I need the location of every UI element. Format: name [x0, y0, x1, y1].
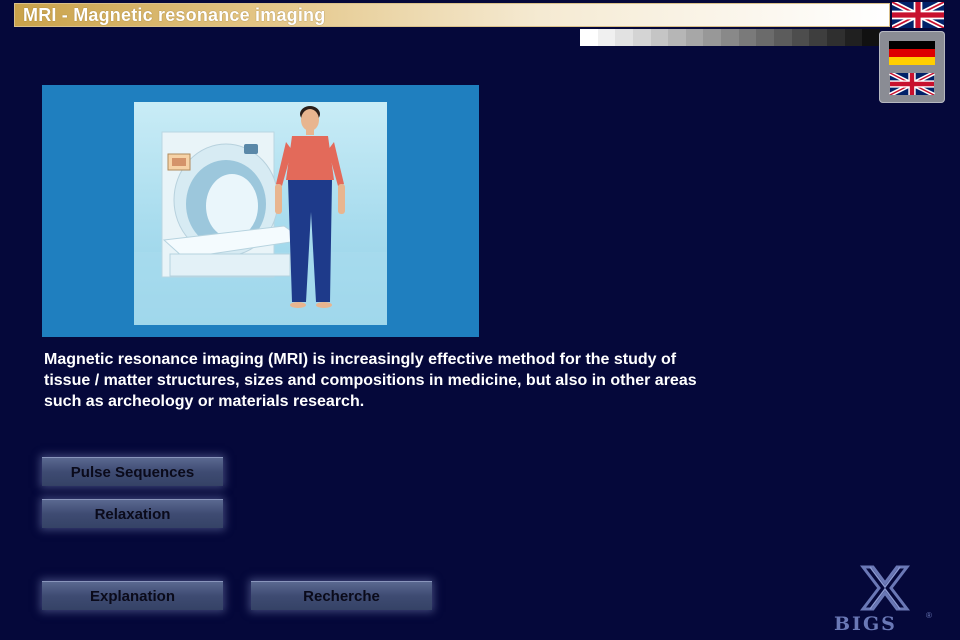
explanation-button[interactable]: Explanation — [42, 581, 223, 610]
description-text: Magnetic resonance imaging (MRI) is incr… — [44, 349, 804, 412]
title-bar: MRI - Magnetic resonance imaging — [14, 3, 890, 27]
uk-flag-icon[interactable] — [889, 73, 935, 95]
relaxation-button[interactable]: Relaxation — [42, 499, 223, 528]
mri-illustration — [42, 85, 479, 337]
uk-flag-icon[interactable] — [892, 2, 944, 28]
recherche-button[interactable]: Recherche — [251, 581, 432, 610]
german-flag-icon[interactable] — [889, 41, 935, 65]
page-title: MRI - Magnetic resonance imaging — [23, 5, 326, 25]
logo-text: BIGS — [834, 613, 897, 635]
description-line: Magnetic resonance imaging (MRI) is incr… — [44, 351, 677, 368]
mri-scanner-image — [134, 106, 387, 325]
bigs-x-icon — [859, 565, 911, 611]
grayscale-strip — [580, 29, 880, 46]
language-panel — [879, 31, 945, 103]
registered-mark: ® — [926, 611, 932, 620]
description-line: such as archeology or materials research… — [44, 393, 365, 410]
pulse-sequences-button[interactable]: Pulse Sequences — [42, 457, 223, 486]
bigs-logo: BIGS ® — [830, 563, 940, 635]
description-line: tissue / matter structures, sizes and co… — [44, 372, 697, 389]
